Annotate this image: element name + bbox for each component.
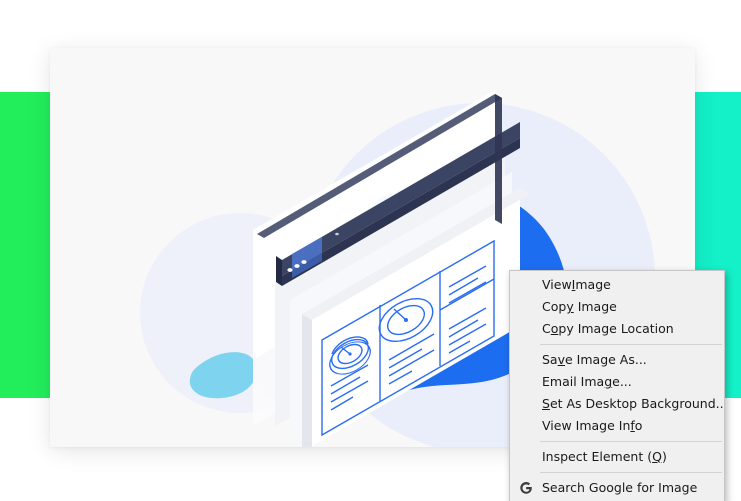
menu-item-email-image-accel: g xyxy=(604,374,613,389)
menu-separator-3 xyxy=(540,472,722,473)
titlebar-left-cap xyxy=(276,256,282,286)
menu-item-copy-image-label-post: Image xyxy=(573,299,617,314)
menu-item-view-image-label: View xyxy=(542,277,572,292)
menu-item-inspect-element-label-post: ) xyxy=(661,449,667,464)
screenshot-canvas: View Image Copy Image Copy Image Locatio… xyxy=(0,0,741,501)
window-right-rail xyxy=(495,94,502,224)
menu-item-search-google-for-image-label: Search Google for Image xyxy=(542,480,698,495)
menu-item-save-image-as[interactable]: Save Image As... xyxy=(510,349,724,371)
google-g-icon xyxy=(518,480,534,496)
titlebar-marker-icon xyxy=(335,232,339,236)
menu-item-copy-image-location-label: C xyxy=(542,321,551,336)
menu-item-search-google-for-image[interactable]: Search Google for Image xyxy=(510,477,724,499)
menu-item-view-image-info-label: View Image In xyxy=(542,418,631,433)
gauge-small-hub xyxy=(348,352,352,356)
menu-item-save-image-as-label: Sa xyxy=(542,352,558,367)
menu-item-copy-image[interactable]: Copy Image xyxy=(510,296,724,318)
page-left-edge xyxy=(302,314,312,447)
menu-separator-1 xyxy=(540,344,722,345)
menu-item-set-as-desktop-background-accel: S xyxy=(542,396,550,411)
menu-item-email-image[interactable]: Email Image... xyxy=(510,371,724,393)
menu-item-save-image-as-label-post: e Image As... xyxy=(565,352,647,367)
window-dot-1 xyxy=(287,268,293,272)
menu-item-view-image-info[interactable]: View Image Info xyxy=(510,415,724,437)
menu-separator-2 xyxy=(540,441,722,442)
menu-item-copy-image-accel: y xyxy=(566,299,574,314)
green-accent-bar xyxy=(0,92,50,398)
menu-item-view-image-info-label-post: o xyxy=(634,418,643,433)
window-dot-3 xyxy=(301,260,307,264)
menu-item-set-as-desktop-background-label-post: et As Desktop Background... xyxy=(549,396,724,411)
menu-item-save-image-as-accel: v xyxy=(557,352,566,367)
menu-item-view-image[interactable]: View Image xyxy=(510,274,724,296)
menu-item-copy-image-label: Cop xyxy=(542,299,567,314)
menu-item-view-image-label-post: mage xyxy=(575,277,611,292)
menu-item-copy-image-location-label-post: py Image Location xyxy=(558,321,674,336)
menu-item-copy-image-location[interactable]: Copy Image Location xyxy=(510,318,724,340)
menu-item-inspect-element-accel: Q xyxy=(652,449,662,464)
menu-item-set-as-desktop-background[interactable]: Set As Desktop Background... xyxy=(510,393,724,415)
menu-item-inspect-element[interactable]: Inspect Element (Q) xyxy=(510,446,724,468)
menu-item-email-image-label-post: e... xyxy=(612,374,632,389)
menu-item-email-image-label: Email Ima xyxy=(542,374,605,389)
image-context-menu[interactable]: View Image Copy Image Copy Image Locatio… xyxy=(509,270,725,501)
gauge-large-hub xyxy=(404,318,408,322)
window-dot-2 xyxy=(294,264,300,268)
menu-item-inspect-element-label: Inspect Element ( xyxy=(542,449,653,464)
